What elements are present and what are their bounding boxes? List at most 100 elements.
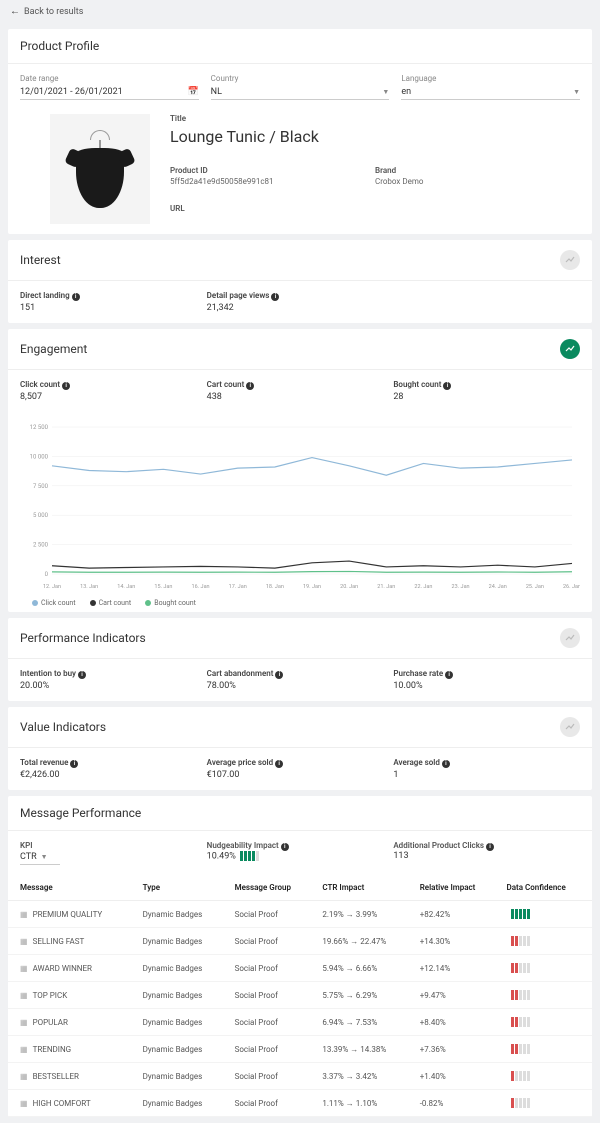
table-row[interactable]: ▦ TRENDING Dynamic BadgesSocial Proof13.39… — [8, 1036, 592, 1063]
language-field[interactable]: Language en ▼ — [401, 74, 580, 100]
cart-count-label: Cart counti — [207, 380, 394, 390]
back-text: Back to results — [24, 7, 83, 17]
badge-icon: ▦ — [20, 910, 28, 919]
info-icon[interactable]: i — [70, 760, 78, 768]
interest-header: Interest — [8, 240, 592, 281]
table-row[interactable]: ▦AWARD WINNERDynamic BadgesSocial Proof5… — [8, 955, 592, 982]
info-icon[interactable]: i — [78, 671, 86, 679]
msg-name: TRENDING — [33, 1045, 72, 1054]
table-row[interactable]: ▦PREMIUM QUALITYDynamic BadgesSocial Pro… — [8, 901, 592, 928]
msg-name: SELLING FAST — [33, 937, 85, 946]
direct-landing-value: 151 — [20, 303, 207, 313]
engagement-title: Engagement — [20, 342, 87, 356]
title-label: Title — [170, 114, 580, 123]
th-conf[interactable]: Data Confidence — [501, 875, 592, 901]
msg-ctr: 13.39% → 14.38% — [316, 1036, 413, 1063]
language-value: en — [401, 87, 411, 97]
svg-text:0: 0 — [45, 571, 49, 578]
legend-bought: Bought count — [154, 599, 196, 607]
abandonment-label: Cart abandonmenti — [207, 669, 394, 679]
info-icon[interactable]: i — [443, 382, 451, 390]
clicks-value: 113 — [393, 851, 580, 861]
back-link[interactable]: ← Back to results — [0, 0, 600, 23]
msg-name: POPULAR — [33, 1018, 68, 1027]
direct-landing-label: Direct landingi — [20, 291, 207, 301]
date-range-label: Date range — [20, 74, 199, 83]
trend-icon[interactable] — [560, 628, 580, 648]
intention-value: 20.00% — [20, 681, 207, 691]
legend-click: Click count — [41, 599, 76, 607]
info-icon[interactable]: i — [271, 293, 279, 301]
trend-icon[interactable] — [560, 339, 580, 359]
svg-text:18. Jan: 18. Jan — [266, 584, 284, 590]
msg-conf — [501, 1009, 592, 1036]
svg-text:13. Jan: 13. Jan — [80, 584, 98, 590]
product-title: Lounge Tunic / Black — [170, 127, 580, 146]
revenue-value: €2,426.00 — [20, 770, 207, 780]
avgprice-value: €107.00 — [207, 770, 394, 780]
engagement-header: Engagement — [8, 329, 592, 370]
svg-text:16. Jan: 16. Jan — [192, 584, 210, 590]
intention-label: Intention to buyi — [20, 669, 207, 679]
avgsold-label: Average soldi — [393, 758, 580, 768]
info-icon[interactable]: i — [281, 843, 289, 851]
language-label: Language — [401, 74, 580, 83]
msg-rel: +82.42% — [414, 901, 501, 928]
info-icon[interactable]: i — [246, 382, 254, 390]
interest-title: Interest — [20, 253, 61, 267]
info-icon[interactable]: i — [72, 293, 80, 301]
country-field[interactable]: Country NL ▼ — [211, 74, 390, 100]
msg-ctr: 2.19% → 3.99% — [316, 901, 413, 928]
th-message[interactable]: Message — [8, 875, 137, 901]
badge-icon: ▦ — [20, 1045, 28, 1054]
msg-conf — [501, 955, 592, 982]
msg-group: Social Proof — [229, 1036, 317, 1063]
trend-icon[interactable] — [560, 717, 580, 737]
badge-icon: ▦ — [20, 1072, 28, 1081]
th-rel[interactable]: Relative Impact — [414, 875, 501, 901]
trend-icon[interactable] — [560, 250, 580, 270]
detail-views-label: Detail page viewsi — [207, 291, 394, 301]
th-type[interactable]: Type — [137, 875, 229, 901]
info-icon[interactable]: i — [486, 843, 494, 851]
msg-type: Dynamic Badges — [137, 982, 229, 1009]
kpi-select[interactable]: CTR ▼ — [20, 852, 60, 865]
msg-conf — [501, 1036, 592, 1063]
performance-card: Performance Indicators Intention to buyi… — [8, 618, 592, 701]
th-group[interactable]: Message Group — [229, 875, 317, 901]
nudge-value: 10.49% — [207, 851, 394, 861]
msg-rel: +7.36% — [414, 1036, 501, 1063]
engagement-card: Engagement Click counti 8,507 Cart count… — [8, 329, 592, 612]
th-ctr[interactable]: CTR Impact — [316, 875, 413, 901]
table-row[interactable]: ▦POPULARDynamic BadgesSocial Proof6.94% … — [8, 1009, 592, 1036]
msg-ctr: 1.11% → 1.10% — [316, 1090, 413, 1117]
info-icon[interactable]: i — [445, 671, 453, 679]
date-range-value: 12/01/2021 - 26/01/2021 — [20, 87, 123, 97]
msg-name: PREMIUM QUALITY — [33, 910, 103, 919]
table-row[interactable]: ▦TOP PICKDynamic BadgesSocial Proof5.75%… — [8, 982, 592, 1009]
table-row[interactable]: ▦BESTSELLERDynamic BadgesSocial Proof3.3… — [8, 1063, 592, 1090]
date-range-field[interactable]: Date range 12/01/2021 - 26/01/2021 📅 — [20, 74, 199, 100]
product-profile-card: Product Profile Date range 12/01/2021 - … — [8, 29, 592, 234]
abandonment-value: 78.00% — [207, 681, 394, 691]
info-icon[interactable]: i — [62, 382, 70, 390]
purchase-value: 10.00% — [393, 681, 580, 691]
detail-views-value: 21,342 — [207, 303, 394, 313]
svg-text:2 500: 2 500 — [33, 542, 49, 549]
brand-value: Crobox Demo — [375, 177, 580, 186]
info-icon[interactable]: i — [275, 760, 283, 768]
svg-text:14. Jan: 14. Jan — [117, 584, 135, 590]
kpi-value: CTR — [20, 852, 37, 862]
table-row[interactable]: ▦SELLING FASTDynamic BadgesSocial Proof1… — [8, 928, 592, 955]
info-icon[interactable]: i — [275, 671, 283, 679]
info-icon[interactable]: i — [442, 760, 450, 768]
msg-ctr: 5.75% → 6.29% — [316, 982, 413, 1009]
table-row[interactable]: ▦HIGH COMFORTDynamic BadgesSocial Proof1… — [8, 1090, 592, 1117]
msg-group: Social Proof — [229, 982, 317, 1009]
bought-count-value: 28 — [393, 392, 580, 402]
msg-ctr: 6.94% → 7.53% — [316, 1009, 413, 1036]
svg-text:24. Jan: 24. Jan — [489, 584, 507, 590]
msg-type: Dynamic Badges — [137, 1036, 229, 1063]
svg-text:5 000: 5 000 — [33, 512, 49, 519]
msg-conf — [501, 901, 592, 928]
